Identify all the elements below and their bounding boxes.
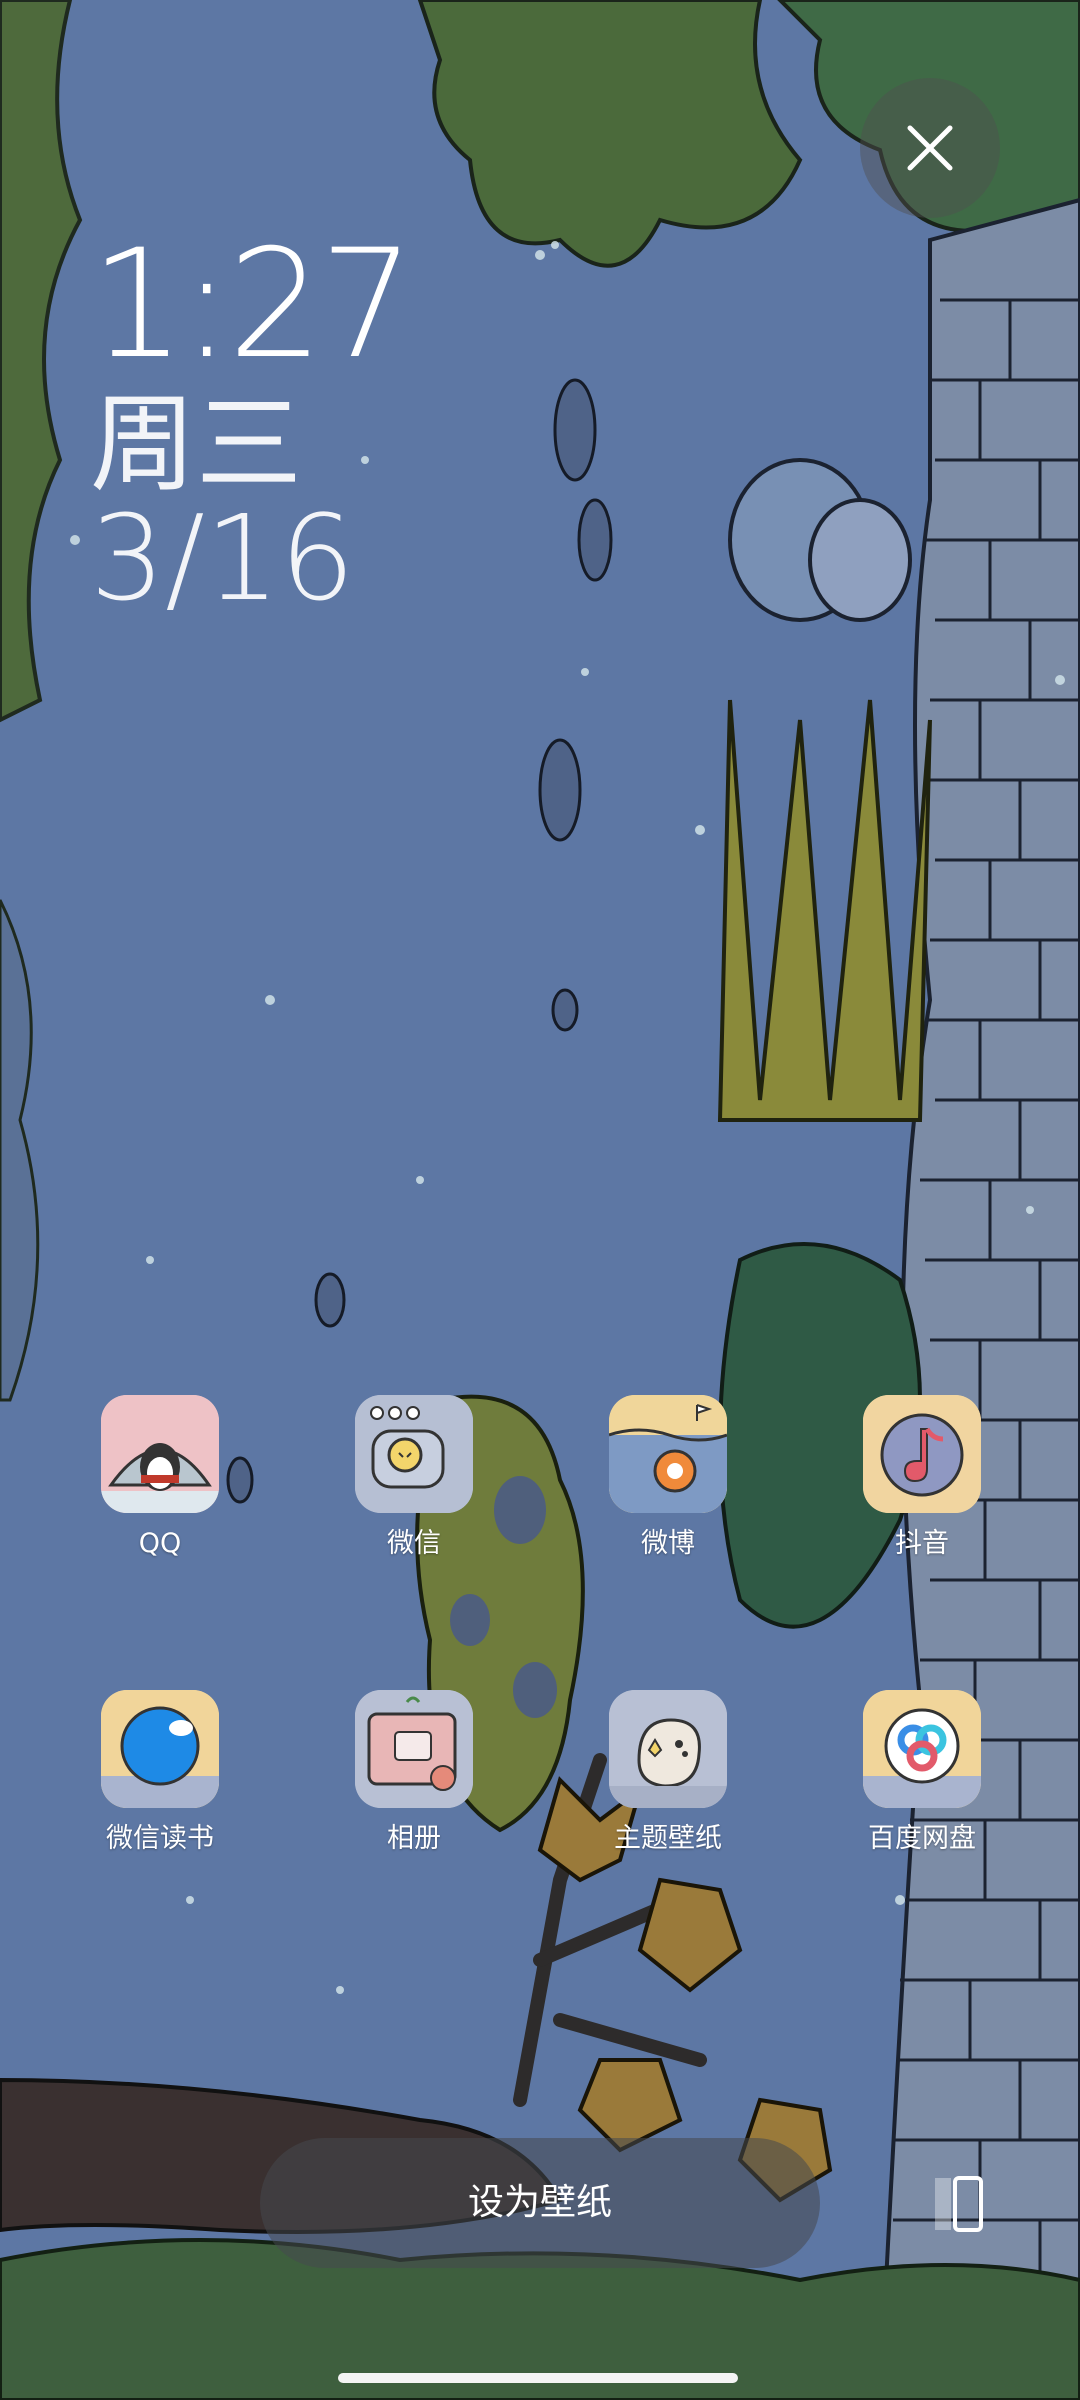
close-icon [907, 125, 953, 171]
lockscreen-clock: 1:27 周三 3/16 [90, 218, 415, 627]
preview-toggle-button[interactable] [935, 2172, 999, 2236]
app-label: 百度网盘 [868, 1823, 976, 1854]
app-weibo[interactable]: 微博 [568, 1395, 768, 1561]
close-button[interactable] [860, 78, 1000, 218]
app-gallery[interactable]: 相册 [314, 1690, 514, 1856]
wechat-read-icon [101, 1690, 219, 1808]
wechat-chat-icon [355, 1395, 473, 1513]
weibo-icon [609, 1395, 727, 1513]
app-qq[interactable]: QQ [60, 1395, 260, 1561]
app-label: 微博 [641, 1528, 695, 1559]
app-baidu-netdisk[interactable]: 百度网盘 [822, 1690, 1022, 1856]
gallery-icon [355, 1690, 473, 1808]
app-theme-wallpaper[interactable]: 主题壁纸 [568, 1690, 768, 1856]
app-wechat-read[interactable]: 微信读书 [60, 1690, 260, 1856]
clock-time: 1:27 [90, 218, 415, 392]
phone-preview-icon [935, 2176, 983, 2232]
app-douyin[interactable]: 抖音 [822, 1395, 1022, 1561]
app-label: 主题壁纸 [614, 1823, 722, 1854]
app-label: 相册 [387, 1823, 441, 1854]
douyin-music-icon [863, 1395, 981, 1513]
app-label: 微信读书 [106, 1823, 214, 1854]
qq-penguin-icon [101, 1395, 219, 1513]
app-label: 微信 [387, 1528, 441, 1559]
clock-date: 3/16 [90, 489, 355, 627]
home-indicator[interactable] [338, 2373, 738, 2383]
app-label: QQ [138, 1528, 182, 1559]
app-wechat[interactable]: 微信 [314, 1395, 514, 1561]
app-label: 抖音 [895, 1528, 949, 1559]
clock-weekday: 周三 [90, 383, 302, 506]
set-wallpaper-button[interactable]: 设为壁纸 [260, 2138, 820, 2268]
theme-wallpaper-icon [609, 1690, 727, 1808]
baidu-netdisk-icon [863, 1690, 981, 1808]
